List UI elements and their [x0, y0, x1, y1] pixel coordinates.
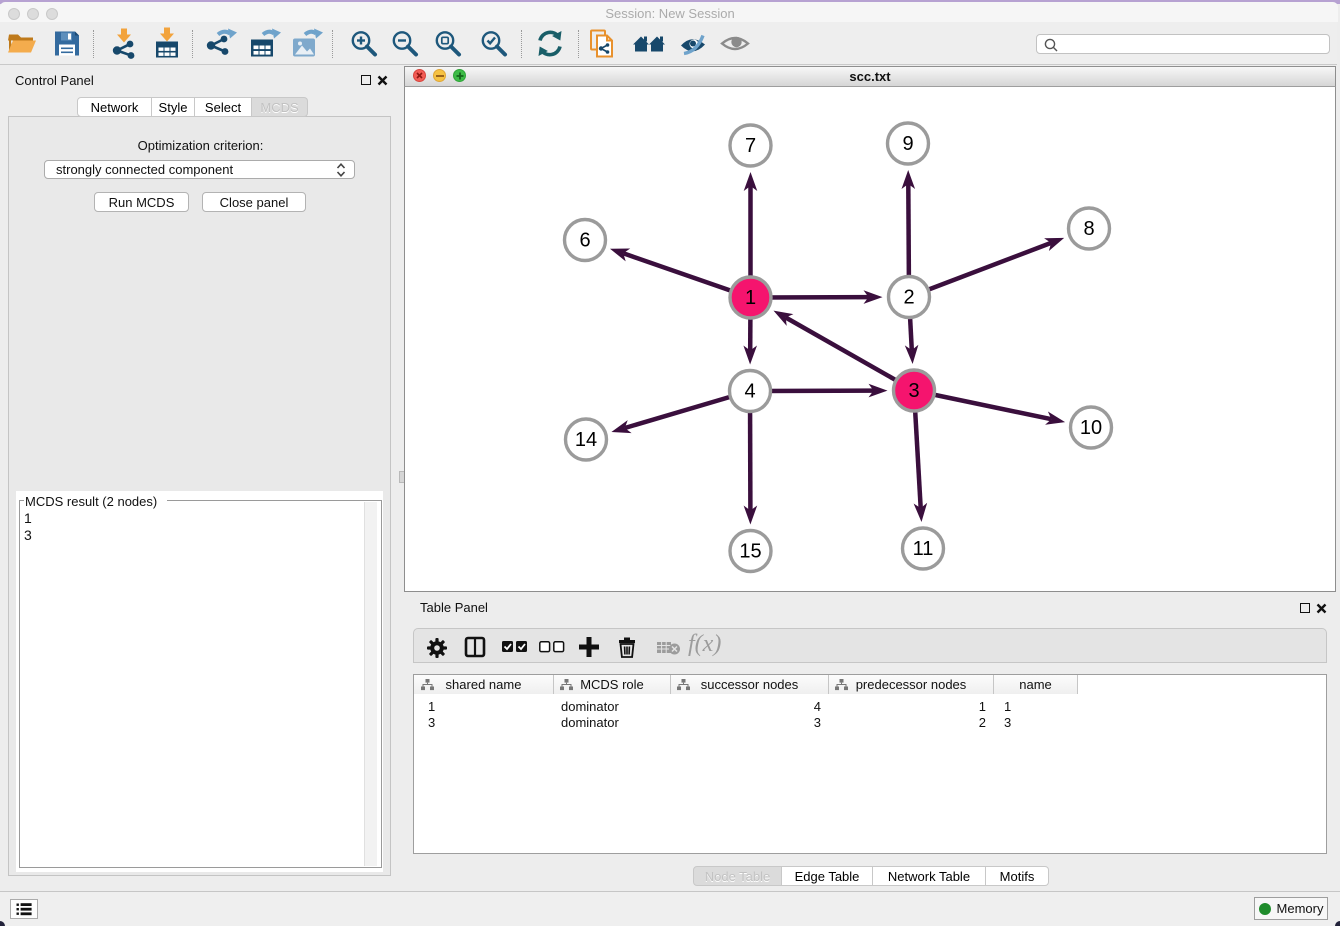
- svg-text:14: 14: [575, 429, 597, 451]
- svg-text:8: 8: [1083, 218, 1094, 240]
- svg-text:10: 10: [1080, 417, 1102, 439]
- svg-text:3: 3: [908, 380, 919, 402]
- svg-text:15: 15: [739, 541, 761, 563]
- svg-text:11: 11: [913, 538, 934, 560]
- svg-text:1: 1: [745, 287, 756, 309]
- svg-text:9: 9: [902, 133, 913, 155]
- svg-text:7: 7: [745, 135, 756, 157]
- svg-text:2: 2: [903, 287, 914, 309]
- svg-text:6: 6: [579, 230, 590, 252]
- svg-text:4: 4: [744, 381, 755, 403]
